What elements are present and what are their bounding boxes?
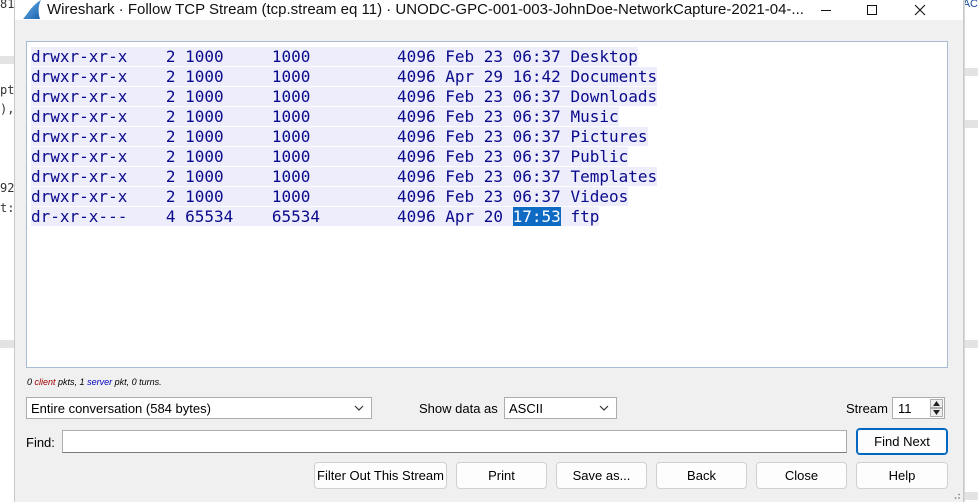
stream-number-label: Stream: [846, 401, 888, 416]
stream-line-prefix: dr-xr-x--- 4 65534 65534 4096 Apr 20: [31, 207, 513, 226]
stats-server-label: server: [87, 377, 113, 387]
show-data-as-label: Show data as: [419, 401, 498, 416]
stream-line-text: drwxr-xr-x 2 1000 1000 4096 Feb 23 06:37…: [31, 187, 629, 206]
background-divider: [965, 120, 978, 128]
stream-line: drwxr-xr-x 2 1000 1000 4096 Feb 23 06:37…: [31, 47, 657, 67]
background-divider: [965, 68, 978, 76]
spin-up-button[interactable]: [930, 399, 943, 408]
maximize-icon: [867, 5, 877, 15]
background-divider: [0, 340, 14, 348]
minimize-button[interactable]: [803, 0, 849, 20]
stream-line: drwxr-xr-x 2 1000 1000 4096 Feb 23 06:37…: [31, 167, 658, 187]
filter-out-stream-button[interactable]: Filter Out This Stream: [314, 462, 447, 489]
background-window-left: 81 pt ), 92 t:: [0, 0, 14, 502]
stream-line: dr-xr-x--- 4 65534 65534 4096 Apr 20 17:…: [31, 207, 657, 227]
find-next-button[interactable]: Find Next: [856, 428, 948, 455]
stream-line: drwxr-xr-x 2 1000 1000 4096 Feb 23 06:37…: [31, 187, 657, 207]
background-divider: [965, 492, 978, 500]
stream-content-view[interactable]: drwxr-xr-x 2 1000 1000 4096 Feb 23 06:37…: [26, 41, 948, 368]
stream-line: drwxr-xr-x 2 1000 1000 4096 Feb 23 06:37…: [31, 107, 657, 127]
stats-mid: pkts, 1: [55, 377, 88, 387]
stream-number-spinbox[interactable]: 11: [892, 397, 945, 419]
background-text: 81: [0, 0, 14, 11]
stream-line-text: drwxr-xr-x 2 1000 1000 4096 Feb 23 06:37…: [31, 107, 619, 126]
save-as-button[interactable]: Save as...: [556, 462, 647, 489]
background-text: 92: [0, 181, 14, 195]
background-text: ),: [0, 102, 14, 116]
stream-line: drwxr-xr-x 2 1000 1000 4096 Feb 23 06:37…: [31, 87, 658, 107]
triangle-down-icon: [933, 410, 940, 415]
chevron-down-icon: [354, 405, 364, 411]
background-text: t:: [0, 201, 14, 215]
stats-client-count: 0: [27, 377, 33, 387]
stream-line-text: drwxr-xr-x 2 1000 1000 4096 Apr 29 16:42…: [31, 67, 658, 86]
background-divider: [0, 56, 14, 64]
maximize-button[interactable]: [849, 0, 895, 20]
triangle-up-icon: [933, 401, 940, 406]
stream-line-suffix: ftp: [560, 207, 600, 226]
window-title: Wireshark · Follow TCP Stream (tcp.strea…: [47, 1, 804, 18]
minimize-icon: [821, 10, 831, 11]
stats-client-label: client: [34, 377, 56, 387]
back-button[interactable]: Back: [656, 462, 747, 489]
chevron-down-icon: [599, 405, 609, 411]
find-label: Find:: [26, 435, 55, 450]
background-text: AC: [964, 0, 978, 10]
stream-line: drwxr-xr-x 2 1000 1000 4096 Feb 23 06:37…: [31, 147, 657, 167]
follow-tcp-stream-dialog: Wireshark · Follow TCP Stream (tcp.strea…: [14, 0, 964, 502]
stream-lines: drwxr-xr-x 2 1000 1000 4096 Feb 23 06:37…: [31, 47, 658, 227]
selected-text: 17:53: [512, 207, 561, 226]
packet-stats: 0 client pkts, 1 server pkt, 0 turns.: [27, 377, 162, 387]
background-text: pt: [0, 83, 14, 97]
conversation-select-value: Entire conversation (584 bytes): [31, 400, 211, 416]
stream-line-text: drwxr-xr-x 2 1000 1000 4096 Feb 23 06:37…: [31, 87, 658, 106]
stream-line-text: drwxr-xr-x 2 1000 1000 4096 Feb 23 06:37…: [31, 167, 658, 186]
print-button[interactable]: Print: [456, 462, 547, 489]
stream-line: drwxr-xr-x 2 1000 1000 4096 Feb 23 06:37…: [31, 127, 657, 147]
close-icon: [914, 4, 926, 16]
stream-line-text: drwxr-xr-x 2 1000 1000 4096 Feb 23 06:37…: [31, 127, 648, 146]
stats-tail: pkt, 0 turns.: [112, 377, 162, 387]
wireshark-fin-icon: [21, 0, 43, 20]
resize-grip-icon[interactable]: [951, 490, 961, 500]
help-button[interactable]: Help: [856, 462, 948, 489]
data-format-select[interactable]: ASCII: [504, 397, 617, 419]
data-format-value: ASCII: [509, 400, 543, 416]
title-bar[interactable]: Wireshark · Follow TCP Stream (tcp.strea…: [15, 0, 963, 20]
conversation-select[interactable]: Entire conversation (584 bytes): [26, 397, 372, 419]
spin-down-button[interactable]: [930, 408, 943, 417]
background-divider: [965, 340, 978, 348]
close-window-button[interactable]: [897, 0, 943, 20]
background-window-right: AC: [964, 0, 978, 502]
stream-line-text: drwxr-xr-x 2 1000 1000 4096 Feb 23 06:37…: [31, 47, 638, 66]
stream-line: drwxr-xr-x 2 1000 1000 4096 Apr 29 16:42…: [31, 67, 658, 87]
stream-line-text: drwxr-xr-x 2 1000 1000 4096 Feb 23 06:37…: [31, 147, 629, 166]
close-button[interactable]: Close: [756, 462, 847, 489]
find-input[interactable]: [62, 430, 847, 453]
stream-number-value: 11: [898, 401, 912, 416]
